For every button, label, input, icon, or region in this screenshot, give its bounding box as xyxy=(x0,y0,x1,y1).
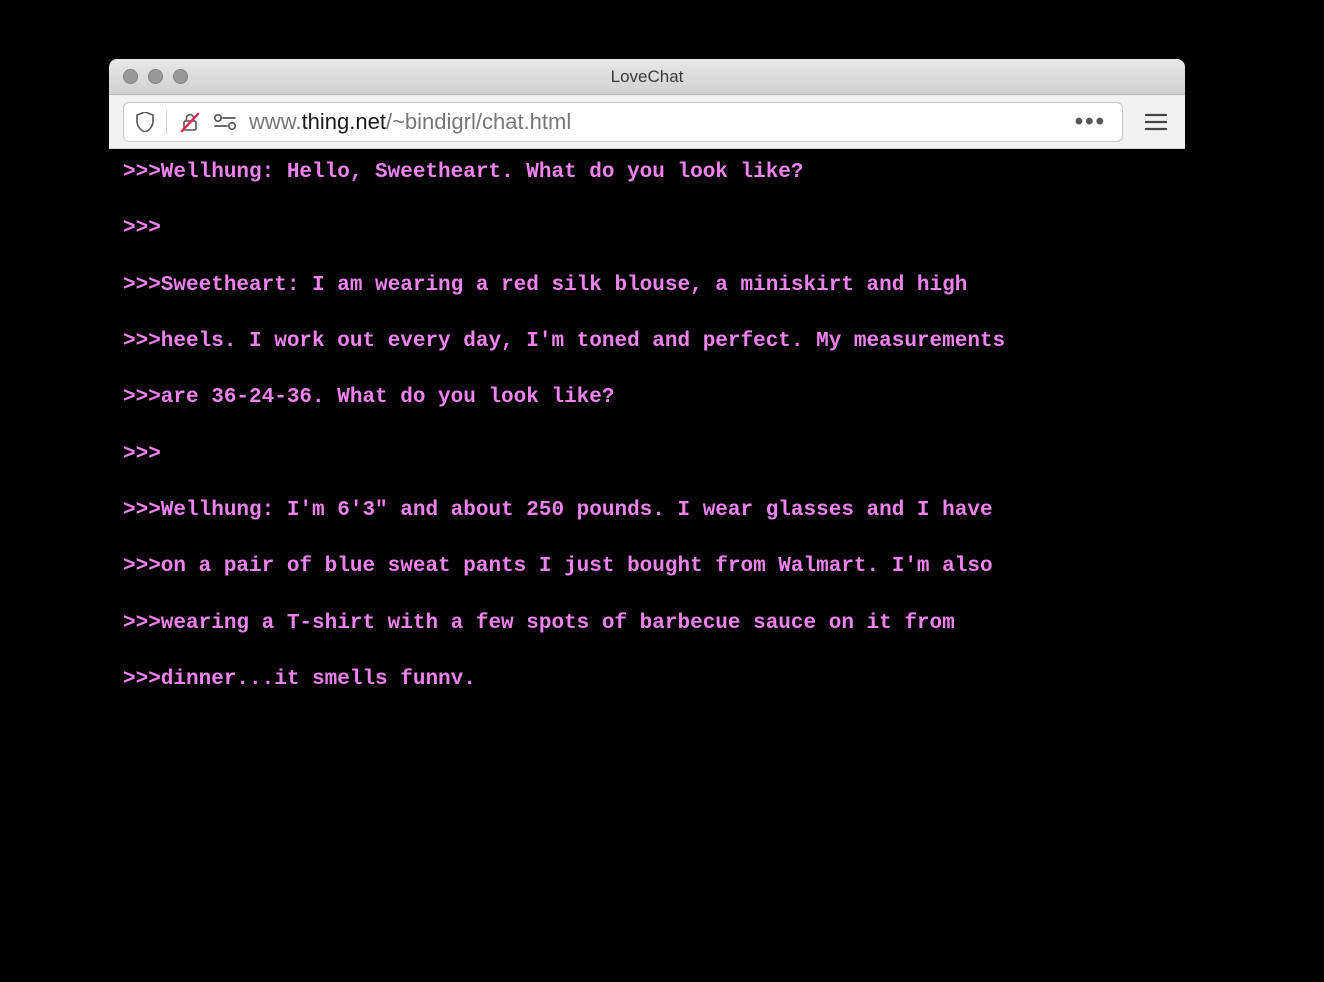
minimize-button[interactable] xyxy=(148,69,163,84)
chat-line: >>>heels. I work out every day, I'm tone… xyxy=(123,328,1171,356)
insecure-connection-icon[interactable] xyxy=(179,111,201,133)
chat-line: >>>are 36-24-36. What do you look like? xyxy=(123,384,1171,412)
page-content: >>>Wellhung: Hello, Sweetheart. What do … xyxy=(109,149,1185,787)
url-path: /~bindigrl/chat.html xyxy=(386,109,571,134)
permissions-icon[interactable] xyxy=(213,113,237,131)
maximize-button[interactable] xyxy=(173,69,188,84)
address-bar-container: www.thing.net/~bindigrl/chat.html ••• xyxy=(123,102,1123,142)
toolbar-divider xyxy=(166,110,167,134)
titlebar[interactable]: LoveChat xyxy=(109,59,1185,95)
chat-line: >>>Wellhung: Hello, Sweetheart. What do … xyxy=(123,159,1171,187)
url-display[interactable]: www.thing.net/~bindigrl/chat.html xyxy=(249,109,1063,135)
browser-window: LoveChat xyxy=(109,59,1185,787)
page-actions-icon[interactable]: ••• xyxy=(1075,110,1110,134)
chat-line: >>> xyxy=(123,441,1171,469)
url-prefix: www. xyxy=(249,109,302,134)
traffic-lights xyxy=(109,69,188,84)
close-button[interactable] xyxy=(123,69,138,84)
browser-toolbar: www.thing.net/~bindigrl/chat.html ••• xyxy=(109,95,1185,149)
chat-line: >>>dinner...it smells funny. xyxy=(123,666,1171,684)
menu-button[interactable] xyxy=(1137,103,1175,141)
chat-line: >>>Sweetheart: I am wearing a red silk b… xyxy=(123,272,1171,300)
chat-line: >>>Wellhung: I'm 6'3" and about 250 poun… xyxy=(123,497,1171,525)
window-title: LoveChat xyxy=(109,67,1185,87)
chat-line: >>> xyxy=(123,215,1171,243)
chat-line: >>>on a pair of blue sweat pants I just … xyxy=(123,553,1171,581)
tracking-protection-icon[interactable] xyxy=(136,112,154,132)
url-domain: thing.net xyxy=(302,109,386,134)
chat-line: >>>wearing a T-shirt with a few spots of… xyxy=(123,610,1171,638)
